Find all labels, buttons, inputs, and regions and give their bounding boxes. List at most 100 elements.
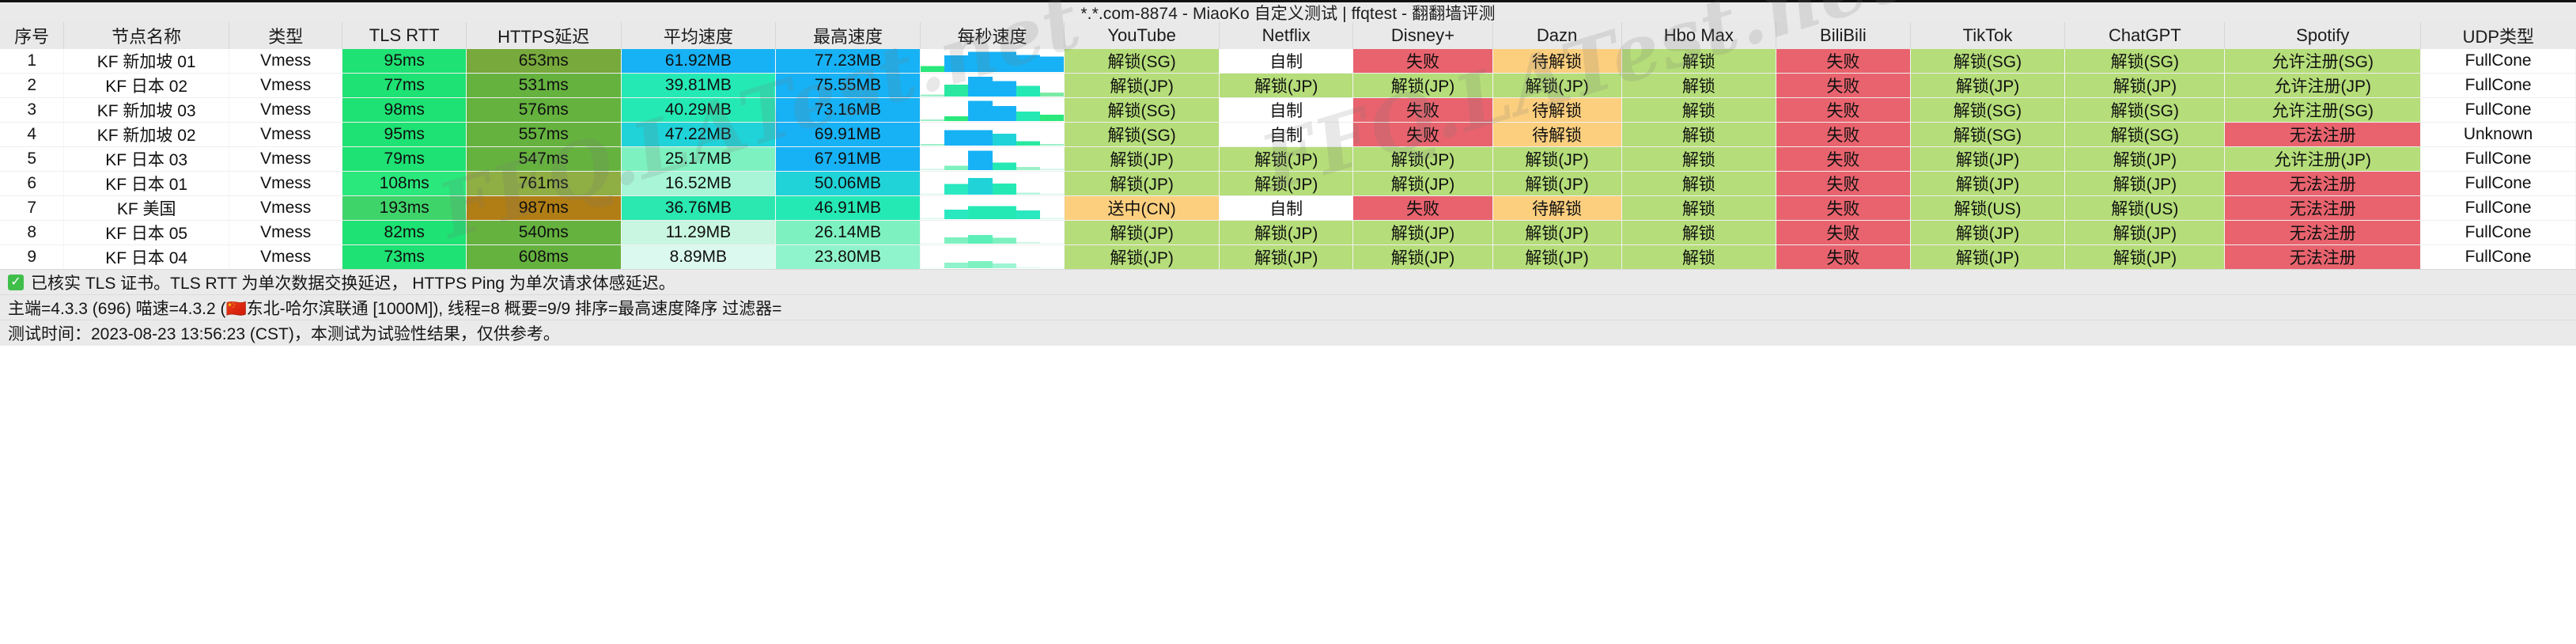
cell-disney: 失败 xyxy=(1352,97,1493,123)
per-second-speed-sparkline xyxy=(920,97,1065,123)
cell-chatgpt: 解锁(JP) xyxy=(2064,171,2226,196)
column-header-netflix[interactable]: Netflix xyxy=(1219,22,1354,49)
table-row[interactable]: 1 KF 新加坡 01 Vmess 95ms 653ms 61.92MB 77.23MB 解锁… xyxy=(0,49,2576,74)
cell-dazn: 待解锁 xyxy=(1492,195,1622,221)
cell-tls_rtt: 95ms xyxy=(342,49,467,74)
cell-netflix: 解锁(JP) xyxy=(1219,73,1354,98)
sparkline-bar xyxy=(1040,99,1064,121)
sparkline-bar xyxy=(1040,222,1064,244)
column-header-hbomax[interactable]: Hbo Max xyxy=(1621,22,1777,49)
cell-avg: 39.81MB xyxy=(621,73,777,98)
footer-meta-text: 主端=4.3.3 (696) 喵速=4.3.2 (🇨🇳东北-哈尔滨联通 [100… xyxy=(8,299,782,318)
column-header-youtube[interactable]: YouTube xyxy=(1064,22,1220,49)
cell-tiktok: 解锁(SG) xyxy=(1910,122,2066,147)
sparkline-bar xyxy=(968,123,993,146)
table-row[interactable]: 8 KF 日本 05 Vmess 82ms 540ms 11.29MB 26.14MB 解锁(… xyxy=(0,220,2576,245)
cell-name: KF 日本 02 xyxy=(63,73,229,98)
sparkline-bars xyxy=(920,123,1064,146)
cell-youtube: 解锁(SG) xyxy=(1064,49,1220,74)
cell-idx: 5 xyxy=(0,146,65,172)
sparkline-bar xyxy=(920,99,944,121)
footer-meta-line: 主端=4.3.3 (696) 喵速=4.3.2 (🇨🇳东北-哈尔滨联通 [100… xyxy=(0,295,2576,320)
cell-name: KF 新加坡 01 xyxy=(63,49,229,74)
sparkline-bar xyxy=(1016,50,1041,72)
cell-tls_rtt: 193ms xyxy=(342,195,467,221)
cell-type: Vmess xyxy=(229,171,343,196)
cell-dazn: 解锁(JP) xyxy=(1492,244,1622,270)
cell-chatgpt: 解锁(SG) xyxy=(2064,49,2226,74)
sparkline-bar xyxy=(920,74,944,97)
cell-avg: 47.22MB xyxy=(621,122,777,147)
cell-idx: 8 xyxy=(0,220,65,245)
cell-disney: 解锁(JP) xyxy=(1352,171,1493,196)
cell-avg: 40.29MB xyxy=(621,97,777,123)
table-row[interactable]: 5 KF 日本 03 Vmess 79ms 547ms 25.17MB 67.91MB 解锁(… xyxy=(0,146,2576,172)
cell-avg: 16.52MB xyxy=(621,171,777,196)
cell-dazn: 解锁(JP) xyxy=(1492,220,1622,245)
column-header-bilibili[interactable]: BiliBili xyxy=(1776,22,1911,49)
cell-hbomax: 解锁 xyxy=(1621,73,1777,98)
cell-max: 69.91MB xyxy=(775,122,921,147)
cell-bilibili: 失败 xyxy=(1776,97,1911,123)
cell-dazn: 解锁(JP) xyxy=(1492,171,1622,196)
column-header-disney[interactable]: Disney+ xyxy=(1352,22,1493,49)
cell-avg: 11.29MB xyxy=(621,220,777,245)
cell-udp: FullCone xyxy=(2420,146,2576,172)
per-second-speed-sparkline xyxy=(920,146,1065,172)
cell-netflix: 自制 xyxy=(1219,195,1354,221)
cell-avg: 25.17MB xyxy=(621,146,777,172)
table-row[interactable]: 2 KF 日本 02 Vmess 77ms 531ms 39.81MB 75.55MB 解锁(… xyxy=(0,73,2576,98)
column-header-avg[interactable]: 平均速度 xyxy=(621,22,777,49)
table-row[interactable]: 4 KF 新加坡 02 Vmess 95ms 557ms 47.22MB 69.91MB 解锁… xyxy=(0,122,2576,147)
cell-chatgpt: 解锁(JP) xyxy=(2064,73,2226,98)
cell-type: Vmess xyxy=(229,73,343,98)
cell-type: Vmess xyxy=(229,122,343,147)
sparkline-bar xyxy=(1016,246,1041,268)
column-header-spark[interactable]: 每秒速度 xyxy=(920,22,1065,49)
sparkline-bar xyxy=(920,222,944,244)
sparkline-bar xyxy=(992,222,1016,244)
sparkline-bar xyxy=(944,50,969,72)
table-row[interactable]: 7 KF 美国 Vmess 193ms 987ms 36.76MB 46.91MB 送中(CN… xyxy=(0,195,2576,221)
table-row[interactable]: 3 KF 新加坡 03 Vmess 98ms 576ms 40.29MB 73.16MB 解锁… xyxy=(0,97,2576,123)
column-header-chatgpt[interactable]: ChatGPT xyxy=(2064,22,2226,49)
sparkline-bar xyxy=(920,123,944,146)
cell-chatgpt: 解锁(JP) xyxy=(2064,146,2226,172)
cell-chatgpt: 解锁(SG) xyxy=(2064,122,2226,147)
cell-bilibili: 失败 xyxy=(1776,146,1911,172)
cell-hbomax: 解锁 xyxy=(1621,220,1777,245)
sparkline-bar xyxy=(944,197,969,219)
per-second-speed-sparkline xyxy=(920,73,1065,98)
cell-spotify: 无法注册 xyxy=(2224,122,2422,147)
cell-hbomax: 解锁 xyxy=(1621,171,1777,196)
sparkline-bar xyxy=(1040,148,1064,170)
cell-type: Vmess xyxy=(229,195,343,221)
column-header-idx[interactable]: 序号 xyxy=(0,22,65,49)
table-row[interactable]: 6 KF 日本 01 Vmess 108ms 761ms 16.52MB 50.06MB 解锁… xyxy=(0,171,2576,196)
cell-https: 987ms xyxy=(466,195,622,221)
column-header-tiktok[interactable]: TikTok xyxy=(1910,22,2066,49)
sparkline-bar xyxy=(1016,222,1041,244)
cell-youtube: 解锁(SG) xyxy=(1064,122,1220,147)
sparkline-bar xyxy=(920,197,944,219)
sparkline-bars xyxy=(920,148,1064,170)
cell-tiktok: 解锁(JP) xyxy=(1910,220,2066,245)
column-header-tls_rtt[interactable]: TLS RTT xyxy=(342,22,467,49)
cell-dazn: 解锁(JP) xyxy=(1492,73,1622,98)
cell-youtube: 解锁(JP) xyxy=(1064,244,1220,270)
column-header-name[interactable]: 节点名称 xyxy=(63,22,229,49)
table-row[interactable]: 9 KF 日本 04 Vmess 73ms 608ms 8.89MB 23.80MB 解锁(J… xyxy=(0,244,2576,270)
sparkline-bars xyxy=(920,222,1064,244)
column-header-spotify[interactable]: Spotify xyxy=(2224,22,2422,49)
column-header-max[interactable]: 最高速度 xyxy=(775,22,921,49)
cell-dazn: 待解锁 xyxy=(1492,49,1622,74)
per-second-speed-sparkline xyxy=(920,244,1065,270)
sparkline-bar xyxy=(1016,148,1041,170)
sparkline-bar xyxy=(992,197,1016,219)
cell-idx: 9 xyxy=(0,244,65,270)
cell-youtube: 解锁(JP) xyxy=(1064,73,1220,98)
column-header-dazn[interactable]: Dazn xyxy=(1492,22,1622,49)
column-header-type[interactable]: 类型 xyxy=(229,22,343,49)
column-header-https[interactable]: HTTPS延迟 xyxy=(466,22,622,49)
column-header-udp[interactable]: UDP类型 xyxy=(2420,22,2576,49)
